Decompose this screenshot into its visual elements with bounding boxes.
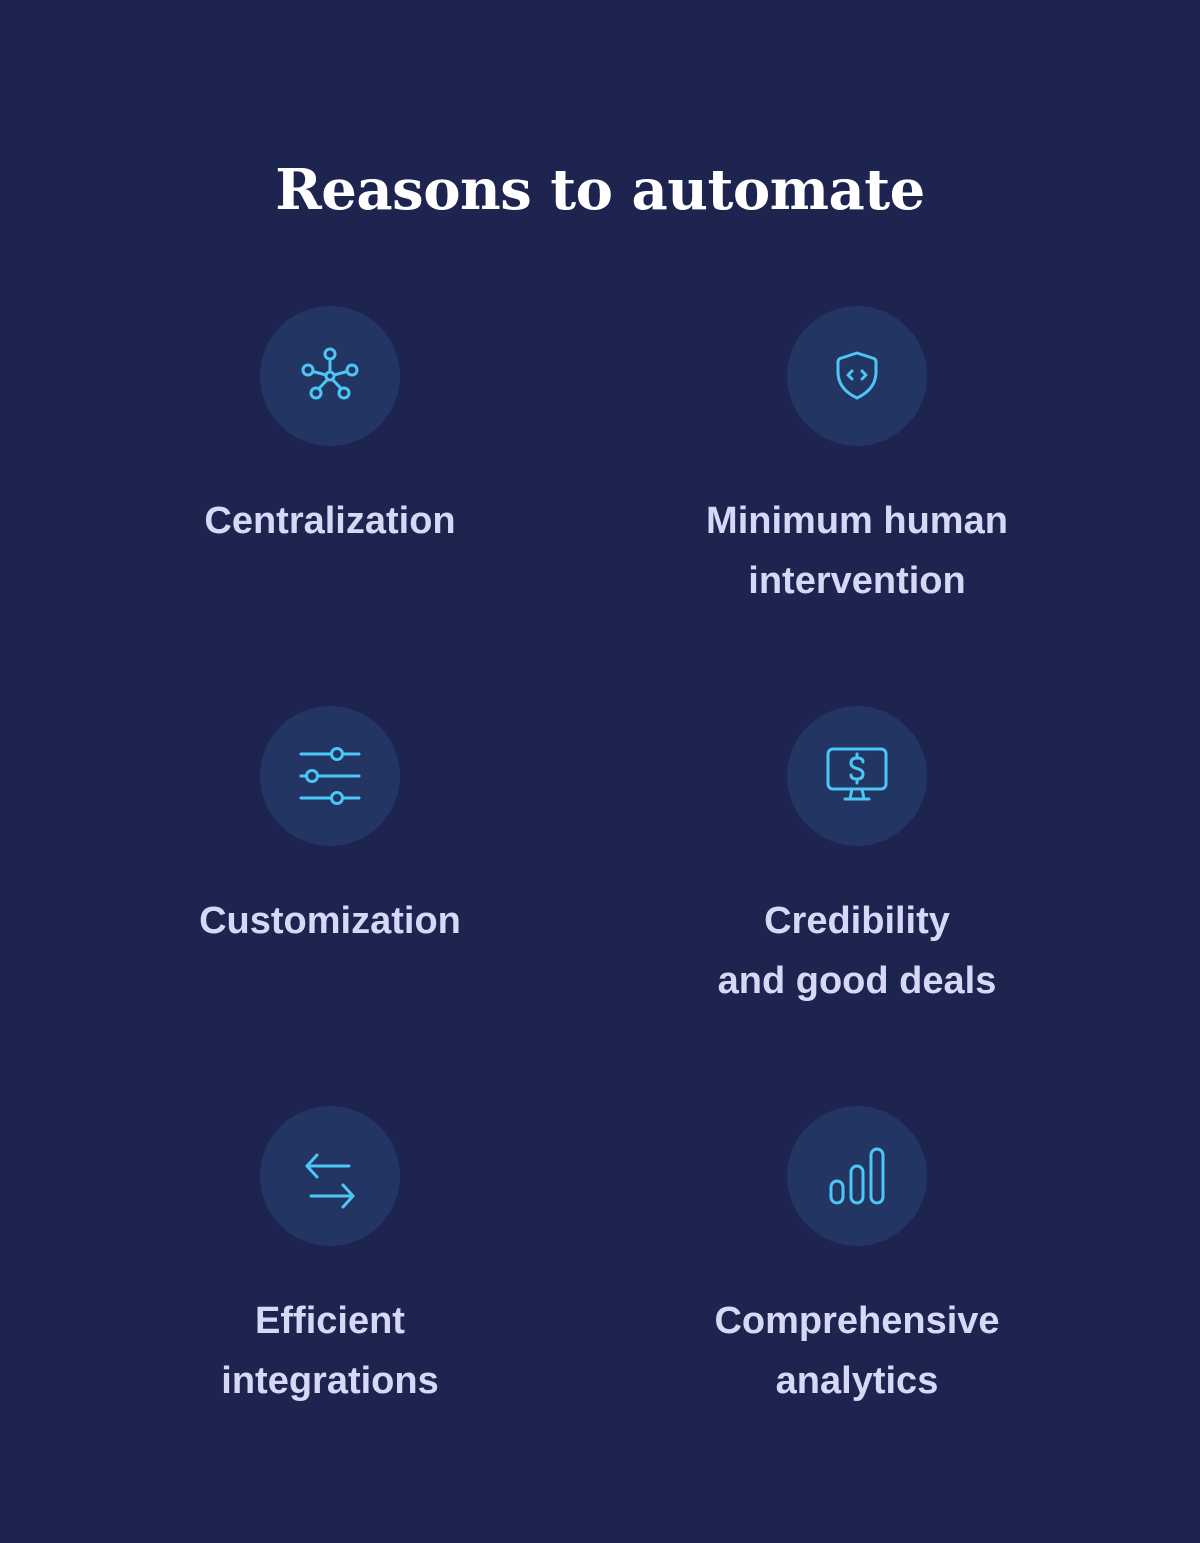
shield-code-icon <box>836 351 878 400</box>
network-hub-icon <box>301 347 359 400</box>
bar-chart-icon <box>829 1147 885 1205</box>
icon-circle <box>787 706 927 846</box>
reason-customization: Customization <box>100 706 560 951</box>
reason-label: Customization <box>199 900 461 942</box>
reason-centralization: Centralization <box>100 306 560 551</box>
icon-circle <box>260 706 400 846</box>
reason-efficient-integrations: Efficient integrations <box>100 1106 560 1411</box>
monitor-dollar-icon <box>826 747 888 801</box>
reason-minimum-human-intervention: Minimum human intervention <box>627 306 1087 611</box>
reason-credibility-good-deals: Credibility and good deals <box>627 706 1087 1011</box>
reason-comprehensive-analytics: Comprehensive analytics <box>627 1106 1087 1411</box>
arrows-exchange-icon <box>305 1153 355 1209</box>
icon-circle <box>260 1106 400 1246</box>
reason-label: Minimum human intervention <box>706 500 1008 602</box>
icon-circle <box>787 1106 927 1246</box>
icon-circle <box>787 306 927 446</box>
sliders-icon <box>299 747 361 805</box>
reason-label: Credibility and good deals <box>717 900 997 1002</box>
reason-label: Efficient integrations <box>221 1300 439 1402</box>
icon-circle <box>260 306 400 446</box>
reason-label: Comprehensive analytics <box>714 1300 1000 1402</box>
reason-label: Centralization <box>204 500 456 542</box>
page-title: Reasons to automate <box>275 156 925 223</box>
